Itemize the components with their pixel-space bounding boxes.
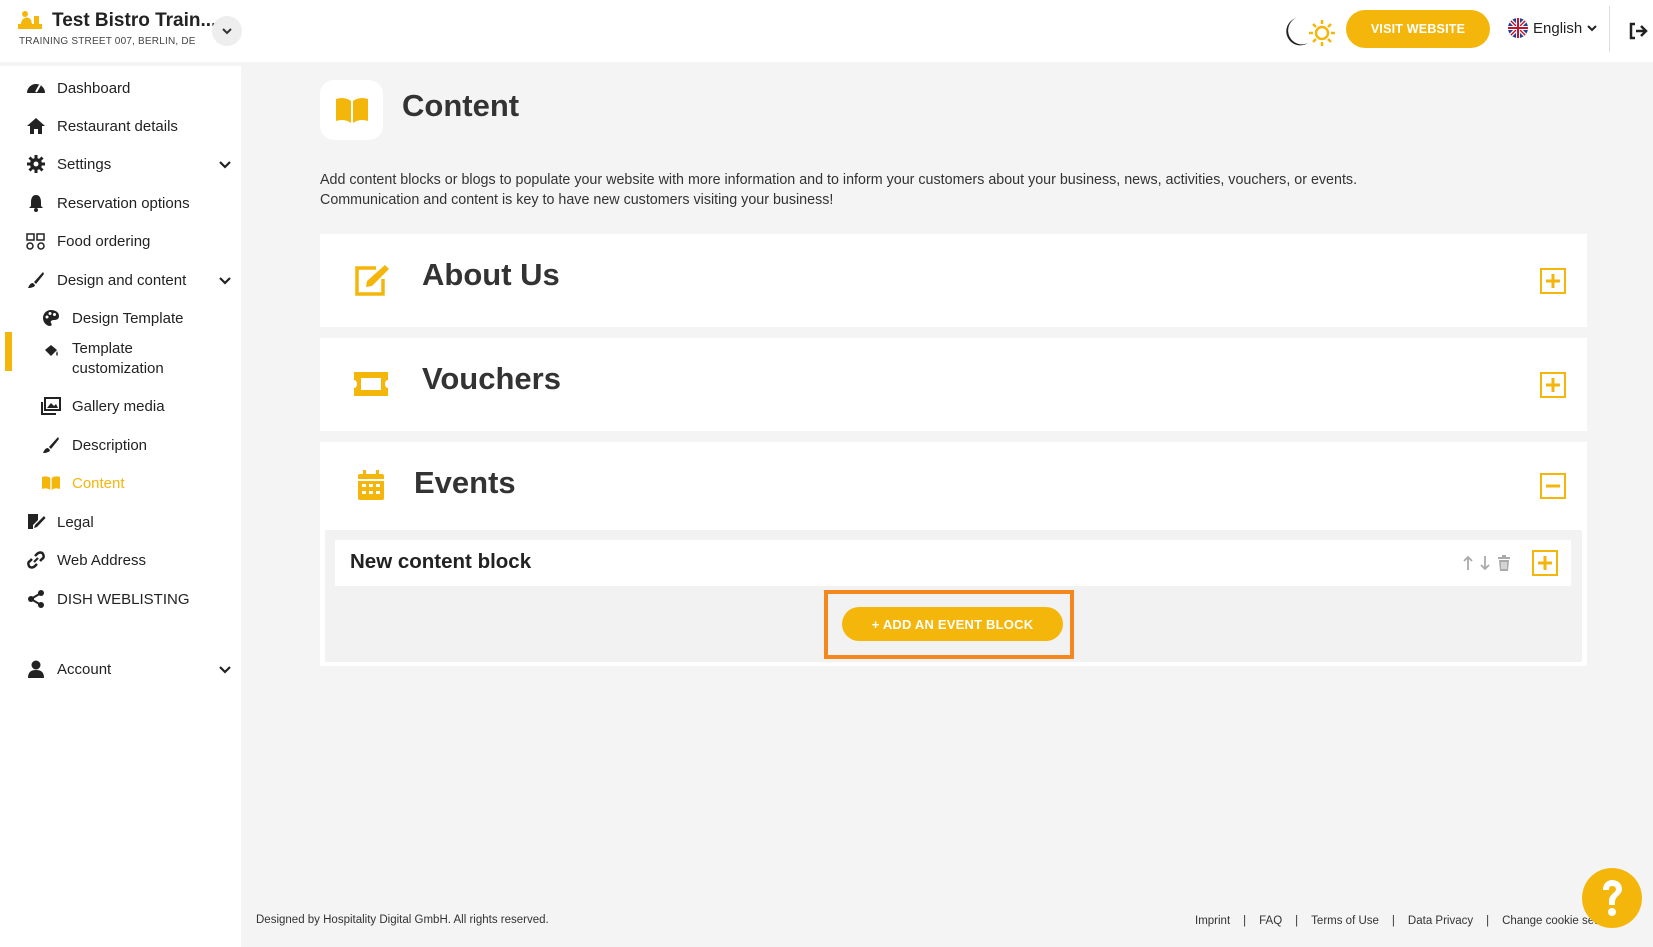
footer-link-imprint[interactable]: Imprint: [1195, 915, 1230, 927]
section-about-us: About Us: [320, 234, 1587, 327]
restaurant-address: TRAINING STREET 007, BERLIN, DE: [19, 36, 196, 47]
sidebar-item-settings[interactable]: Settings: [0, 146, 241, 182]
edit-icon: [352, 261, 390, 299]
expand-button[interactable]: [1540, 372, 1566, 398]
sidebar-item-restaurant-details[interactable]: Restaurant details: [0, 108, 241, 144]
arrow-down-icon[interactable]: [1476, 552, 1494, 574]
sidebar-item-dashboard[interactable]: Dashboard: [0, 70, 241, 106]
content-block-row: New content block: [335, 540, 1571, 586]
intro-line-1: Add content blocks or blogs to populate …: [320, 172, 1358, 188]
chevron-down-icon: [219, 666, 231, 674]
restaurant-dropdown-button[interactable]: [212, 16, 242, 46]
add-event-block-button[interactable]: + ADD AN EVENT BLOCK: [842, 607, 1063, 641]
intro-line-2: Communication and content is key to have…: [320, 192, 834, 208]
user-icon: [25, 658, 47, 680]
template-label-line1: Template: [72, 340, 133, 357]
language-selector[interactable]: English: [1508, 18, 1597, 38]
sidebar-item-food-ordering[interactable]: Food ordering: [0, 223, 241, 259]
page-title: Content: [402, 88, 520, 123]
ticket-icon: [352, 365, 390, 403]
share-icon: [25, 588, 47, 610]
gauge-icon: [25, 77, 47, 99]
language-label: English: [1533, 19, 1583, 37]
brush-icon: [25, 269, 47, 291]
footer-link-terms[interactable]: Terms of Use: [1311, 915, 1379, 927]
pen-brush-icon: [40, 434, 62, 456]
book-icon: [335, 97, 368, 123]
link-icon: [25, 549, 47, 571]
footer-copyright: Designed by Hospitality Digital GmbH. Al…: [256, 914, 549, 926]
plus-icon: [1538, 556, 1552, 570]
footer-link-privacy[interactable]: Data Privacy: [1408, 915, 1473, 927]
header-divider: [1609, 6, 1610, 52]
sidebar-item-description[interactable]: Description: [0, 427, 241, 463]
home-icon: [25, 115, 47, 137]
chevron-down-icon: [222, 28, 232, 35]
plus-icon: [1546, 274, 1560, 288]
sidebar-item-reservation-options[interactable]: Reservation options: [0, 185, 241, 221]
sidebar-item-gallery-media[interactable]: Gallery media: [0, 388, 241, 424]
footer-link-faq[interactable]: FAQ: [1259, 915, 1282, 927]
template-label-line2: customization: [72, 360, 164, 377]
logout-icon[interactable]: [1626, 19, 1650, 43]
footer-separator: |: [1391, 915, 1395, 927]
gear-icon: [25, 153, 47, 175]
chevron-down-icon: [1587, 25, 1597, 32]
sidebar-item-content[interactable]: Content: [0, 465, 241, 501]
trash-icon[interactable]: [1495, 552, 1513, 574]
top-bar: Test Bistro Train... TRAINING STREET 007…: [0, 0, 1653, 62]
collapse-button[interactable]: [1540, 473, 1566, 499]
images-icon: [40, 395, 62, 417]
bell-icon: [25, 192, 47, 214]
visit-website-button[interactable]: VISIT WEBSITE: [1346, 10, 1490, 48]
minus-icon: [1546, 484, 1560, 488]
footer-links: Imprint | FAQ | Terms of Use | Data Priv…: [1195, 915, 1622, 927]
food-delivery-icon: [25, 230, 47, 252]
footer-separator: |: [1486, 915, 1490, 927]
section-vouchers: Vouchers: [320, 338, 1587, 431]
footer-separator: |: [1295, 915, 1299, 927]
footer-separator: |: [1243, 915, 1247, 927]
chevron-down-icon: [219, 161, 231, 169]
question-icon: [1603, 880, 1622, 916]
theme-toggle-icon[interactable]: [1278, 15, 1338, 49]
signature-icon: [25, 511, 47, 533]
calendar-icon: [352, 466, 390, 504]
page-icon: [320, 80, 383, 140]
section-title: Vouchers: [422, 361, 561, 396]
sidebar-item-web-address[interactable]: Web Address: [0, 542, 241, 578]
content-block-title: New content block: [350, 550, 532, 573]
intro-text: Add content blocks or blogs to populate …: [320, 170, 1500, 210]
uk-flag-icon: [1508, 18, 1528, 38]
sidebar: Dashboard Restaurant details Settings Re…: [0, 66, 241, 947]
sidebar-item-legal[interactable]: Legal: [0, 504, 241, 540]
sidebar-item-design-template[interactable]: Design Template: [0, 300, 241, 336]
chef-bistro-icon: [18, 11, 42, 29]
expand-block-button[interactable]: [1532, 550, 1558, 576]
expand-button[interactable]: [1540, 268, 1566, 294]
section-title: About Us: [422, 257, 560, 292]
plus-icon: [1546, 378, 1560, 392]
restaurant-name: Test Bistro Train...: [52, 10, 217, 31]
palette-icon: [40, 307, 62, 329]
paint-can-icon: [40, 340, 62, 362]
sidebar-item-template-customization[interactable]: Template customization: [0, 336, 241, 382]
sidebar-item-dish-weblisting[interactable]: DISH WEBLISTING: [0, 581, 241, 617]
sidebar-item-design-and-content[interactable]: Design and content: [0, 262, 241, 298]
chevron-down-icon: [219, 277, 231, 285]
help-button[interactable]: [1582, 868, 1642, 928]
arrow-up-icon[interactable]: [1459, 552, 1477, 574]
section-title: Events: [414, 465, 516, 500]
book-icon: [40, 472, 62, 494]
sidebar-item-account[interactable]: Account: [0, 651, 241, 687]
